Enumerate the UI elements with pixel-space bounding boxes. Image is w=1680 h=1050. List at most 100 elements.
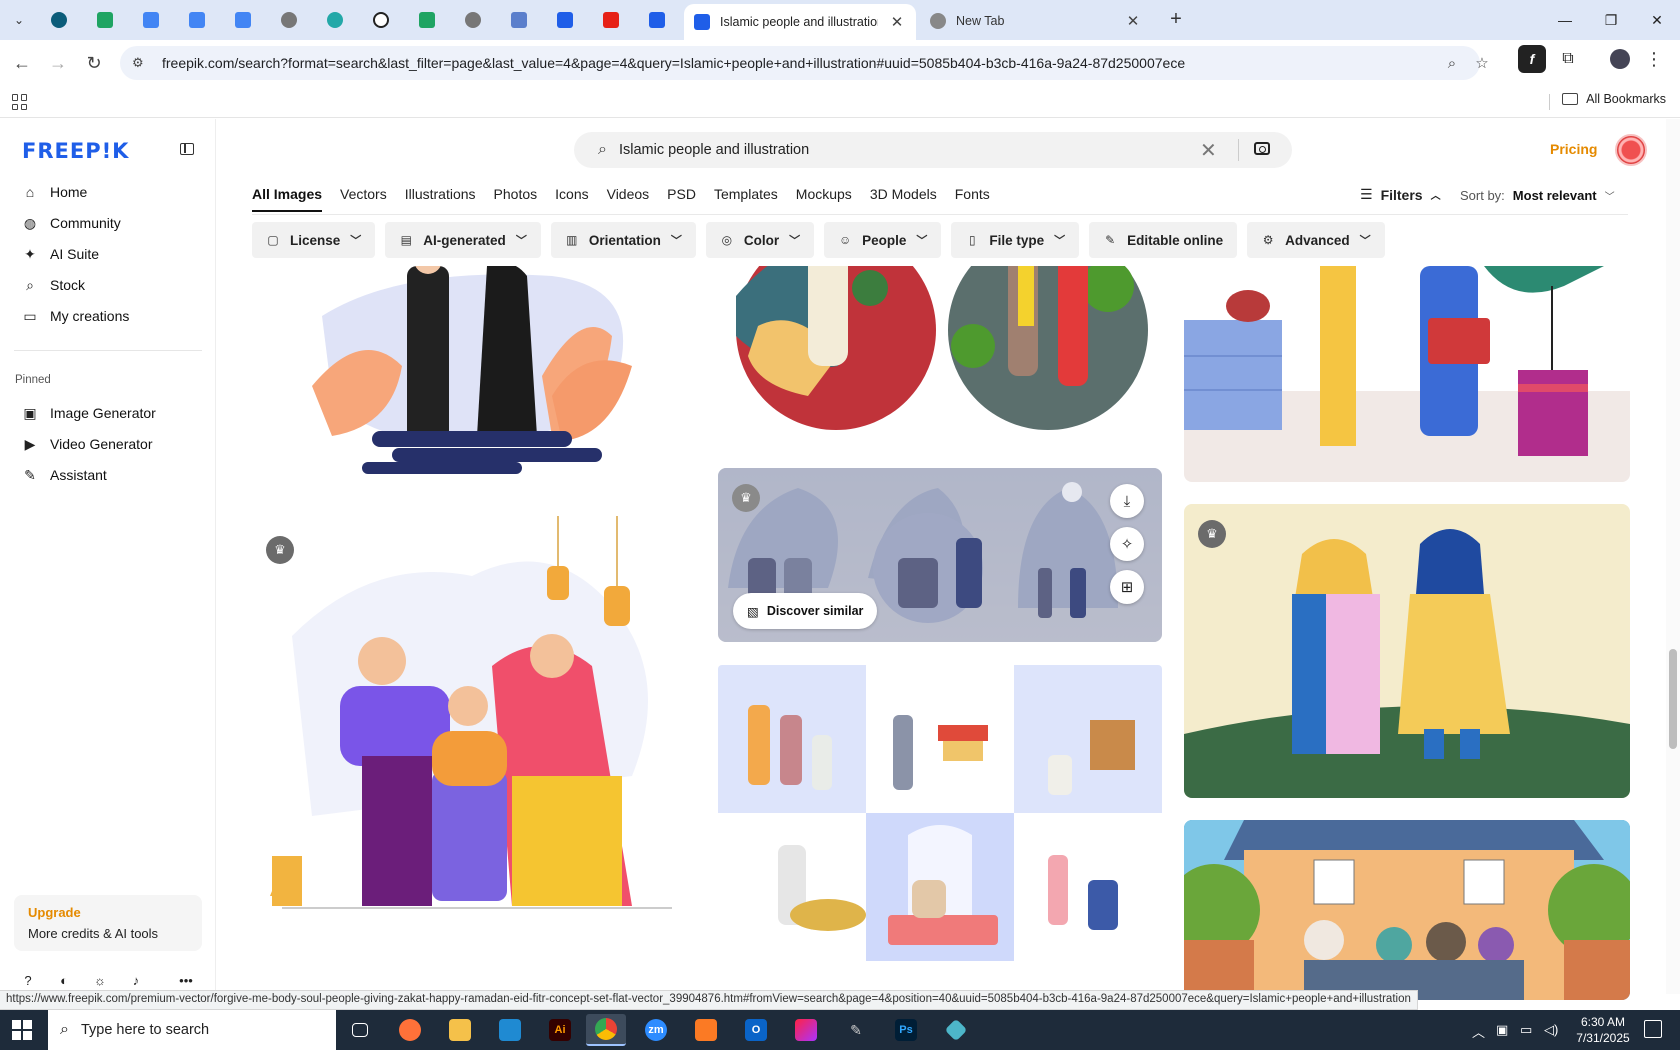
new-tab-button[interactable]: + (1164, 8, 1188, 32)
back-button[interactable]: ← (10, 51, 34, 75)
tab-photos[interactable]: Photos (494, 186, 538, 212)
app-diamond-icon[interactable] (936, 1014, 976, 1046)
sidebar-item-my-creations[interactable]: ▭ My creations (14, 301, 204, 331)
font-extension-icon[interactable]: f (1518, 45, 1546, 73)
pinned-tab[interactable] (230, 8, 256, 32)
windows-start-icon[interactable] (12, 1020, 32, 1040)
freepik-logo[interactable]: FREEP!K (22, 139, 129, 163)
search-input[interactable]: Islamic people and illustration (619, 142, 1292, 158)
tray-chevron-icon[interactable]: ︿ (1472, 1022, 1485, 1041)
pinned-tab[interactable] (598, 8, 624, 32)
chip-file-type[interactable]: ▯ File type ﹀ (951, 222, 1080, 258)
sidebar-item-ai-suite[interactable]: ✦ AI Suite (14, 239, 204, 269)
chip-editable-online[interactable]: ✎ Editable online (1089, 222, 1238, 258)
chrome-menu-icon[interactable]: ⋮ (1640, 45, 1668, 73)
sidebar-item-stock[interactable]: ⌕ Stock (14, 270, 204, 300)
restore-button[interactable]: ❐ (1588, 0, 1634, 40)
theme-sun-icon[interactable]: ☼ (90, 973, 110, 988)
pinned-tab[interactable] (644, 8, 670, 32)
user-avatar[interactable] (1615, 134, 1647, 166)
minimize-button[interactable]: — (1542, 0, 1588, 40)
sort-dropdown[interactable]: Sort by: Most relevant ﹀ (1460, 188, 1615, 203)
tab-illustrations[interactable]: Illustrations (405, 186, 476, 212)
pinned-tab[interactable] (506, 8, 532, 32)
tab-new-tab[interactable]: New Tab ✕ (920, 6, 1152, 36)
apps-grid-icon[interactable] (12, 94, 28, 110)
chip-license[interactable]: ▢ License ﹀ (252, 222, 376, 258)
all-bookmarks-button[interactable]: All Bookmarks (1562, 92, 1666, 106)
extensions-puzzle-icon[interactable]: ⧉ (1554, 45, 1582, 73)
creative-cloud-icon[interactable] (786, 1014, 826, 1046)
pen-tool-icon[interactable]: ✎ (836, 1014, 876, 1046)
tab-templates[interactable]: Templates (714, 186, 778, 212)
vscode-icon[interactable] (490, 1014, 530, 1046)
upgrade-card[interactable]: Upgrade More credits & AI tools (14, 895, 202, 951)
sidebar-item-image-generator[interactable]: ▣ Image Generator (14, 398, 204, 428)
forward-button[interactable]: → (46, 51, 70, 75)
image-card[interactable]: ♛ (1184, 504, 1630, 798)
save-collection-icon[interactable]: ⊞ (1110, 570, 1144, 604)
close-window-button[interactable]: ✕ (1634, 0, 1680, 40)
zoom-icon[interactable]: ⌕ (1438, 46, 1466, 80)
chrome-icon[interactable] (586, 1014, 626, 1046)
file-explorer-icon[interactable] (440, 1014, 480, 1046)
discord-icon[interactable]: ◐ (54, 973, 74, 988)
image-card[interactable] (1184, 266, 1630, 482)
pricing-link[interactable]: Pricing (1550, 141, 1597, 157)
pinned-tab[interactable] (368, 8, 394, 32)
sidebar-item-assistant[interactable]: ✎ Assistant (14, 460, 204, 490)
pinned-tab[interactable] (138, 8, 164, 32)
pinned-tab[interactable] (460, 8, 486, 32)
clear-search-icon[interactable]: ✕ (1200, 138, 1217, 163)
firefox-icon[interactable] (390, 1014, 430, 1046)
chip-people[interactable]: ☺ People ﹀ (824, 222, 942, 258)
discover-similar-button[interactable]: ▧ Discover similar (733, 593, 878, 629)
tab-vectors[interactable]: Vectors (340, 186, 387, 212)
collapse-sidebar-icon[interactable] (180, 143, 194, 155)
image-card[interactable] (252, 266, 696, 478)
reload-button[interactable]: ↻ (82, 51, 106, 75)
help-icon[interactable]: ? (18, 973, 38, 988)
tab-psd[interactable]: PSD (667, 186, 696, 212)
chip-advanced[interactable]: ⚙ Advanced ﹀ (1247, 222, 1385, 258)
tab-icons[interactable]: Icons (555, 186, 588, 212)
search-bar[interactable]: ⌕ Islamic people and illustration (574, 132, 1292, 168)
tab-videos[interactable]: Videos (607, 186, 650, 212)
taskbar-clock[interactable]: 6:30 AM 7/31/2025 (1566, 1014, 1640, 1046)
tray-app-icon[interactable]: ▣ (1496, 1022, 1508, 1038)
sidebar-item-video-generator[interactable]: ▶ Video Generator (14, 429, 204, 459)
close-tab-icon[interactable]: ✕ (1124, 12, 1142, 30)
chip-color[interactable]: ◎ Color ﹀ (705, 222, 815, 258)
pinned-tab[interactable] (276, 8, 302, 32)
sidebar-item-home[interactable]: ⌂ Home (14, 177, 204, 207)
photoshop-icon[interactable]: Ps (886, 1014, 926, 1046)
network-icon[interactable]: ▭ (1520, 1022, 1532, 1038)
ai-edit-sparkle-icon[interactable]: ✧ (1110, 527, 1144, 561)
sidebar-item-community[interactable]: ◍ Community (14, 208, 204, 238)
tab-active[interactable]: Islamic people and illustration ✕ (684, 4, 916, 40)
notification-center-icon[interactable] (1644, 1020, 1662, 1038)
tab-3d-models[interactable]: 3D Models (870, 186, 937, 212)
download-icon[interactable]: ⤓ (1110, 484, 1144, 518)
pinned-tab[interactable] (184, 8, 210, 32)
chip-ai-generated[interactable]: ▤ AI-generated ﹀ (385, 222, 541, 258)
task-view-icon[interactable] (340, 1014, 380, 1046)
site-info-icon[interactable]: ⚙ (132, 55, 154, 71)
image-card[interactable] (718, 665, 1162, 961)
image-card[interactable] (1184, 820, 1630, 1000)
outlook-icon[interactable]: O (736, 1014, 776, 1046)
zoom-app-icon[interactable]: zm (636, 1014, 676, 1046)
camera-search-icon[interactable] (1254, 142, 1270, 155)
profile-avatar[interactable] (1606, 45, 1634, 73)
taskbar-search[interactable]: ⌕ Type here to search (48, 1010, 336, 1050)
tab-fonts[interactable]: Fonts (955, 186, 990, 212)
image-card[interactable]: ♛ (252, 516, 696, 916)
illustrator-icon[interactable]: Ai (540, 1014, 580, 1046)
tab-search-button[interactable]: ⌄ (6, 8, 32, 32)
image-card[interactable] (718, 266, 1162, 432)
scrollbar-thumb[interactable] (1669, 649, 1677, 749)
tab-mockups[interactable]: Mockups (796, 186, 852, 212)
more-options-icon[interactable]: ••• (176, 973, 196, 988)
xampp-icon[interactable] (686, 1014, 726, 1046)
pinned-tab[interactable] (46, 8, 72, 32)
